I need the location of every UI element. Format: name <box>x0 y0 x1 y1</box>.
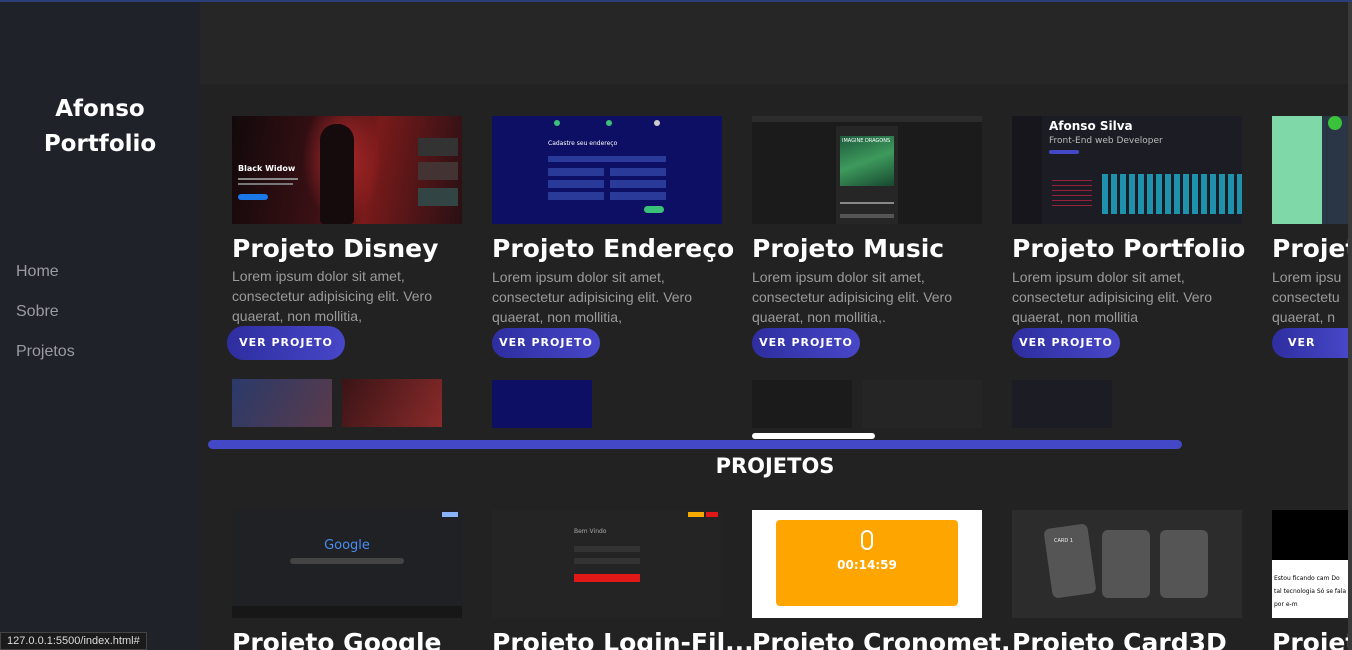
nav-projetos[interactable]: Projetos <box>16 338 75 378</box>
card-portfolio-thumbnail[interactable]: Afonso Silva Front-End web Developer <box>1012 116 1242 224</box>
carousel-scrollbar[interactable] <box>208 440 1182 449</box>
mini-thumbnail[interactable] <box>1012 380 1112 428</box>
project-login-title: Projeto Login-Fil... <box>492 628 754 650</box>
thumb-text: Estou ficando cam Do tal tecnologia Só s… <box>1274 575 1347 608</box>
section-title: PROJETOS <box>715 454 835 478</box>
card-endereco-thumbnail[interactable]: Cadastre seu endereço <box>492 116 722 224</box>
brand-line-2: Portfolio <box>43 131 157 157</box>
card-5-thumbnail[interactable] <box>1272 116 1348 224</box>
card-endereco-button[interactable]: VER PROJETO <box>492 328 600 358</box>
card-portfolio-title: Projeto Portfolio <box>1012 234 1246 263</box>
thumb-title: Cadastre seu endereço <box>548 140 618 147</box>
page-header <box>200 0 1352 84</box>
project-cronometro-title: Projeto Cronomet. <box>752 628 1011 650</box>
sidebar-nav: Home Sobre Projetos <box>16 258 75 378</box>
card-endereco-desc: Lorem ipsum dolor sit amet, consectetur … <box>492 269 692 325</box>
nav-home[interactable]: Home <box>16 258 75 298</box>
card-5-title: Projet <box>1272 234 1352 263</box>
thumb-subtitle: Front-End web Developer <box>1049 136 1163 146</box>
project-google-thumbnail[interactable]: Google <box>232 510 462 618</box>
thumb-title: Black Widow <box>238 164 296 173</box>
card-portfolio-button[interactable]: VER PROJETO <box>1012 328 1120 358</box>
carousel-scroll-thumb[interactable] <box>752 433 875 439</box>
card-music-thumbnail[interactable]: IMAGINE DRAGONS <box>752 116 982 224</box>
brand-line-1: Afonso <box>55 96 145 122</box>
project-login-thumbnail[interactable]: Bem Vindo <box>492 510 722 618</box>
mini-thumbnail[interactable] <box>492 380 592 428</box>
project-card3d-thumbnail[interactable]: CARD 1 <box>1012 510 1242 618</box>
nav-sobre[interactable]: Sobre <box>16 298 75 338</box>
card-music-desc: Lorem ipsum dolor sit amet, consectetur … <box>752 269 952 325</box>
card-disney-button[interactable]: VER PROJETO <box>227 326 345 360</box>
card-music-button[interactable]: VER PROJETO <box>752 328 860 358</box>
project-card3d-title: Projeto Card3D <box>1012 628 1227 650</box>
mini-thumbnail[interactable] <box>752 380 852 428</box>
card-music-title: Projeto Music <box>752 234 945 263</box>
thumb-text: Google <box>324 538 370 553</box>
card-portfolio-desc: Lorem ipsum dolor sit amet, consectetur … <box>1012 269 1212 325</box>
project-5-title: Projet <box>1272 628 1352 650</box>
card-disney-title: Projeto Disney <box>232 234 439 263</box>
mini-thumbnail[interactable] <box>862 380 982 428</box>
card-5-desc: Lorem ipsu consectetu quaerat, n <box>1272 269 1342 325</box>
window-top-border <box>0 0 1352 2</box>
card-disney-thumbnail[interactable]: Black Widow <box>232 116 462 224</box>
mini-thumbnail[interactable] <box>342 379 442 427</box>
card-endereco-title: Projeto Endereço <box>492 234 735 263</box>
project-cronometro-thumbnail[interactable]: 00:14:59 <box>752 510 982 618</box>
thumb-text: Bem Vindo <box>574 528 607 535</box>
mini-thumbnail[interactable] <box>232 379 332 427</box>
status-bar-url: 127.0.0.1:5500/index.html# <box>0 632 147 650</box>
main-content: Black Widow Projeto Disney Lorem ipsum d… <box>200 84 1352 650</box>
brand-logo[interactable]: Afonso Portfolio <box>0 92 200 162</box>
card-5-button[interactable]: VER PROJ <box>1272 328 1348 358</box>
page-scrollbar[interactable] <box>1348 0 1352 650</box>
thumb-title: IMAGINE DRAGONS <box>842 138 891 144</box>
project-google-title: Projeto Google <box>232 628 442 650</box>
sidebar: Afonso Portfolio Home Sobre Projetos <box>0 0 200 650</box>
thumb-title: Afonso Silva <box>1049 119 1133 133</box>
thumb-text: CARD 1 <box>1054 538 1074 544</box>
project-5-thumbnail[interactable]: Estou ficando cam Do tal tecnologia Só s… <box>1272 510 1348 618</box>
card-disney-desc: Lorem ipsum dolor sit amet, consectetur … <box>232 268 432 324</box>
thumb-text: 00:14:59 <box>837 558 897 572</box>
